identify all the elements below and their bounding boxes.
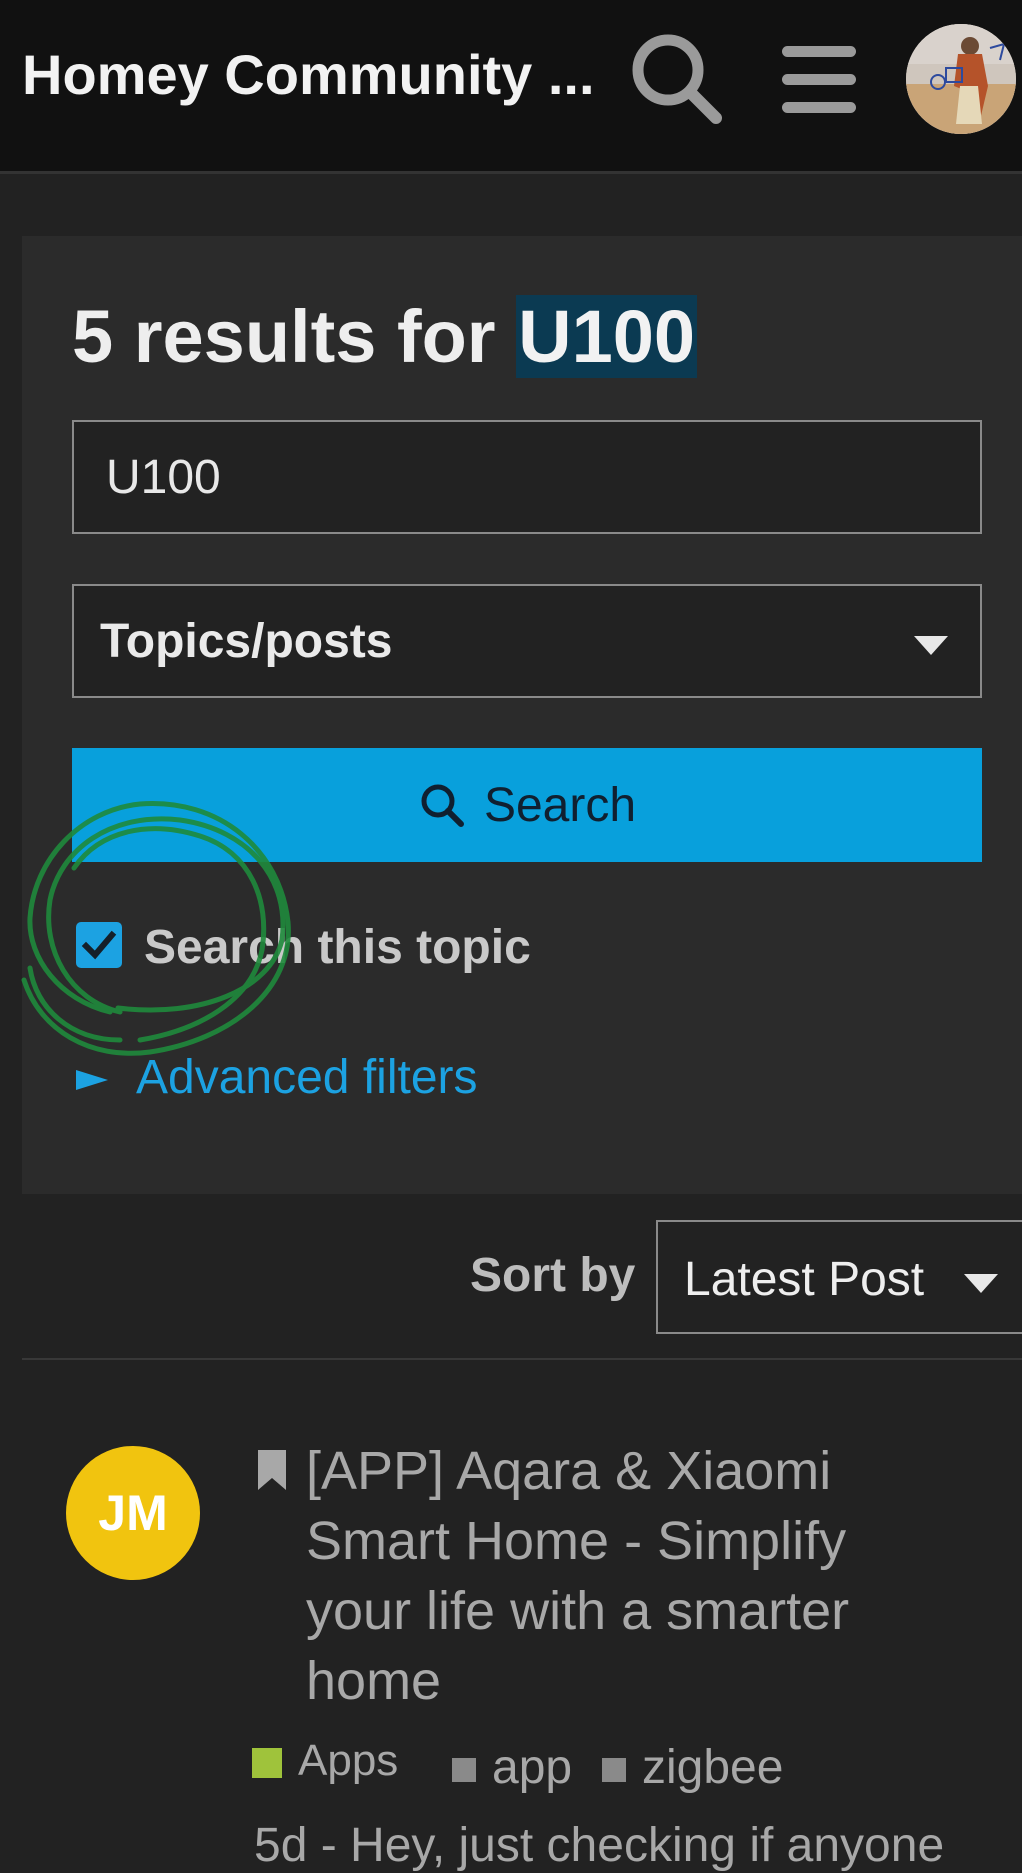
highlighted-search-term: U100 xyxy=(516,295,698,378)
sort-select[interactable]: Latest Post xyxy=(656,1220,1022,1334)
category-color-square xyxy=(252,1748,282,1778)
search-button-label: Search xyxy=(483,778,637,832)
search-icon xyxy=(421,784,464,827)
checkmark-icon xyxy=(81,930,117,960)
search-panel: 5 results for U100 Topics/posts Search S… xyxy=(22,236,1022,1194)
avatar-image xyxy=(906,24,1016,134)
header-search-icon[interactable] xyxy=(628,30,728,130)
advanced-filters-toggle[interactable]: Advanced filters xyxy=(136,1050,478,1105)
search-type-value: Topics/posts xyxy=(100,615,393,668)
tag-link[interactable]: app xyxy=(492,1740,572,1795)
menu-bar xyxy=(782,102,856,113)
top-header: Homey Community ... xyxy=(0,0,1022,174)
result-title-link[interactable]: [APP] Aqara & Xiaomi Smart Home - Simpli… xyxy=(306,1436,966,1716)
tag-link[interactable]: zigbee xyxy=(642,1740,783,1795)
author-avatar[interactable]: JM xyxy=(66,1446,200,1580)
menu-bar xyxy=(782,46,856,57)
search-input[interactable] xyxy=(72,420,982,534)
chevron-down-icon xyxy=(914,636,948,655)
user-avatar[interactable] xyxy=(906,24,1016,134)
tag-square-icon xyxy=(602,1758,626,1782)
triangle-right-icon[interactable] xyxy=(76,1070,108,1090)
search-this-topic-checkbox[interactable] xyxy=(76,922,122,968)
search-icon xyxy=(632,34,722,124)
search-this-topic-label[interactable]: Search this topic xyxy=(144,920,531,975)
sort-by-label: Sort by xyxy=(470,1249,636,1302)
tag-square-icon xyxy=(452,1758,476,1782)
chevron-down-icon xyxy=(964,1274,998,1293)
sort-selected-value: Latest Post xyxy=(684,1253,925,1306)
bookmark-icon[interactable] xyxy=(256,1448,288,1492)
divider xyxy=(22,1358,1022,1360)
results-heading: 5 results for U100 xyxy=(72,294,698,379)
site-title[interactable]: Homey Community ... xyxy=(22,42,592,107)
results-count-text: 5 results for xyxy=(72,295,517,378)
menu-bar xyxy=(782,74,856,85)
category-badge[interactable]: Apps xyxy=(298,1736,398,1786)
search-type-select[interactable]: Topics/posts xyxy=(72,584,982,698)
hamburger-menu-icon[interactable] xyxy=(778,42,860,118)
search-button[interactable]: Search xyxy=(72,748,982,862)
